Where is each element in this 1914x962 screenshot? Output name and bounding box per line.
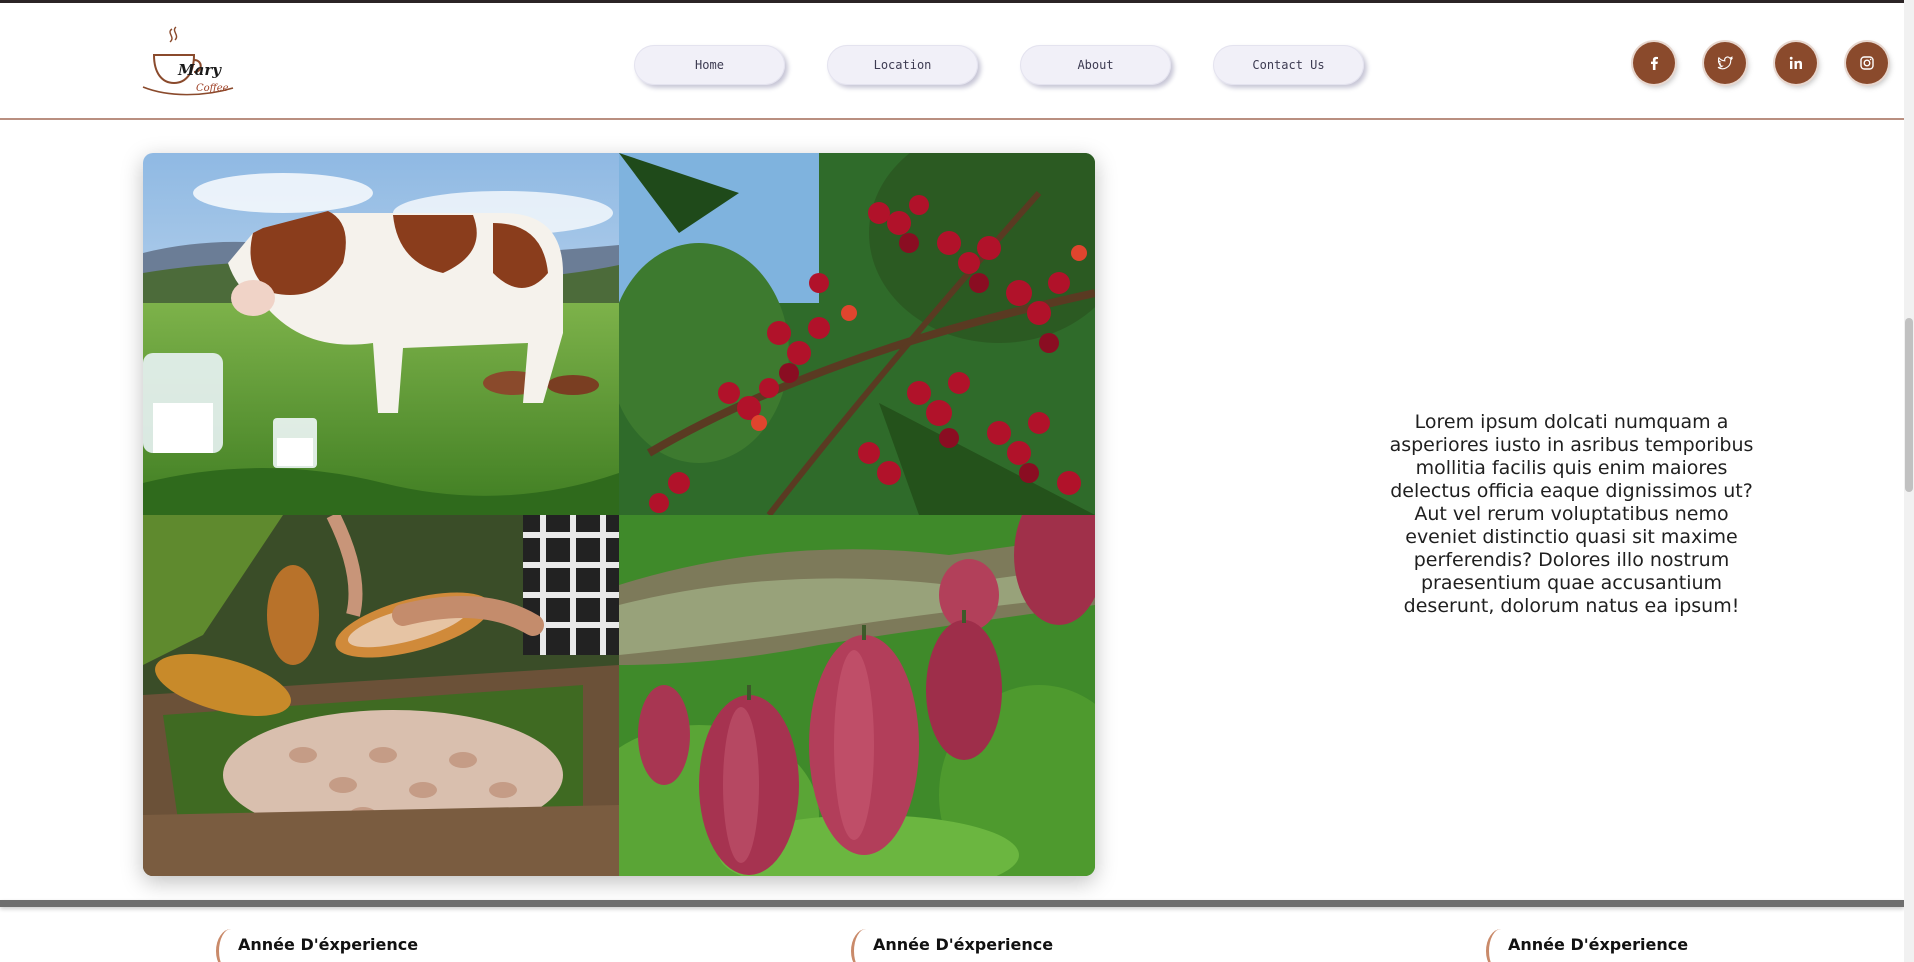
image-gallery	[143, 153, 1095, 876]
svg-text:Coffee: Coffee	[196, 83, 229, 94]
stat-label: Année D'éxperience	[1508, 935, 1689, 954]
stat-label: Année D'éxperience	[873, 935, 1054, 954]
site-header: Mary Coffee Home Location About Contact …	[0, 3, 1904, 120]
cocoa-beans-image	[143, 515, 619, 876]
stat-label: Année D'éxperience	[238, 935, 419, 954]
nav-home-button[interactable]: Home	[634, 45, 785, 85]
facebook-icon[interactable]	[1633, 42, 1675, 84]
stat-item: Année D'éxperience	[216, 929, 419, 962]
nav-location-button[interactable]: Location	[827, 45, 978, 85]
coffee-cherries-image	[619, 153, 1095, 515]
stat-item: Année D'éxperience	[1486, 929, 1689, 962]
page-scrollbar[interactable]	[1904, 0, 1914, 962]
instagram-icon[interactable]	[1846, 42, 1888, 84]
stats-row: Année D'éxperience Année D'éxperience An…	[0, 907, 1904, 962]
main-nav: Home Location About Contact Us	[634, 45, 1364, 85]
cocoa-pods-image	[619, 515, 1095, 876]
nav-about-button[interactable]: About	[1020, 45, 1171, 85]
stat-item: Année D'éxperience	[851, 929, 1054, 962]
twitter-icon[interactable]	[1704, 42, 1746, 84]
scrollbar-thumb[interactable]	[1905, 318, 1913, 492]
cow-milk-image	[143, 153, 619, 515]
linkedin-icon[interactable]	[1775, 42, 1817, 84]
section-divider	[0, 900, 1904, 907]
intro-text: Lorem ipsum dolcati numquam a asperiores…	[1389, 411, 1754, 617]
nav-contact-button[interactable]: Contact Us	[1213, 45, 1364, 85]
social-links	[1633, 42, 1888, 84]
brand-logo[interactable]: Mary Coffee	[140, 23, 240, 101]
svg-text:Mary: Mary	[177, 61, 222, 79]
